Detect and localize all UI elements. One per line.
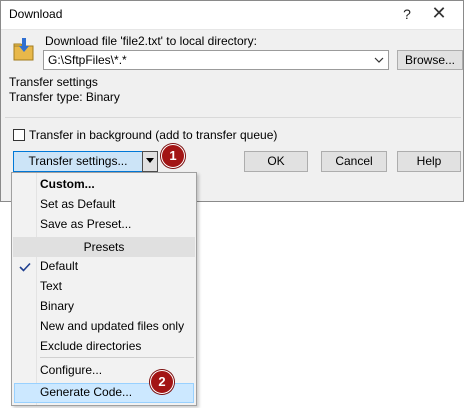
transfer-type-text: Transfer type: Binary bbox=[9, 90, 120, 104]
close-window-button[interactable]: ✕ bbox=[427, 3, 451, 24]
transfer-settings-button[interactable]: Transfer settings... bbox=[13, 151, 143, 172]
local-directory-combo[interactable]: G:\SftpFiles\*.* bbox=[43, 50, 389, 70]
menu-icon-gutter bbox=[12, 173, 37, 405]
browse-button-label: Browse... bbox=[404, 53, 455, 67]
ok-button-label: OK bbox=[267, 154, 285, 168]
folder-download-icon bbox=[13, 38, 34, 61]
menu-separator bbox=[40, 357, 194, 358]
screenshot-stage: Download ? ✕ Download file 'file2.txt' t… bbox=[0, 0, 474, 408]
menu-item-set-as-default[interactable]: Set as Default bbox=[40, 197, 115, 211]
menu-item-text[interactable]: Text bbox=[40, 279, 62, 293]
help-button-label: Help bbox=[416, 154, 442, 168]
transfer-settings-group-title: Transfer settings bbox=[9, 75, 98, 89]
transfer-settings-button-label: Transfer settings... bbox=[28, 154, 128, 168]
background-transfer-checkbox[interactable] bbox=[13, 129, 25, 141]
transfer-settings-dropdown-button[interactable] bbox=[142, 151, 158, 172]
help-button[interactable]: Help bbox=[397, 151, 461, 172]
menu-item-custom[interactable]: Custom... bbox=[40, 177, 95, 191]
cancel-button[interactable]: Cancel bbox=[321, 151, 387, 172]
menu-item-binary[interactable]: Binary bbox=[40, 299, 74, 313]
menu-item-default[interactable]: Default bbox=[40, 259, 78, 273]
group-divider bbox=[5, 117, 461, 118]
cancel-button-label: Cancel bbox=[335, 154, 373, 168]
menu-item-exclude-directories[interactable]: Exclude directories bbox=[40, 339, 141, 353]
menu-item-configure[interactable]: Configure... bbox=[40, 363, 102, 377]
browse-button[interactable]: Browse... bbox=[397, 50, 463, 70]
help-title-button[interactable]: ? bbox=[399, 6, 415, 22]
background-transfer-label[interactable]: Transfer in background (add to transfer … bbox=[29, 128, 277, 142]
triangle-down-icon bbox=[146, 158, 154, 163]
menu-item-save-as-preset[interactable]: Save as Preset... bbox=[40, 217, 131, 231]
check-icon bbox=[19, 262, 31, 272]
callout-badge-1: 1 bbox=[161, 144, 185, 168]
local-directory-value[interactable]: G:\SftpFiles\*.* bbox=[48, 53, 127, 67]
menu-item-new-and-updated[interactable]: New and updated files only bbox=[40, 319, 184, 333]
transfer-settings-menu: Custom... Set as Default Save as Preset.… bbox=[11, 172, 197, 406]
download-prompt-label: Download file 'file2.txt' to local direc… bbox=[45, 34, 258, 48]
window-title: Download bbox=[9, 7, 63, 21]
callout-badge-2: 2 bbox=[150, 370, 174, 394]
chevron-down-icon[interactable] bbox=[373, 54, 385, 66]
ok-button[interactable]: OK bbox=[244, 151, 308, 172]
menu-header-presets: Presets bbox=[13, 237, 195, 257]
menu-item-generate-code[interactable]: Generate Code... bbox=[40, 385, 132, 399]
title-bar: Download ? ✕ bbox=[1, 1, 463, 30]
